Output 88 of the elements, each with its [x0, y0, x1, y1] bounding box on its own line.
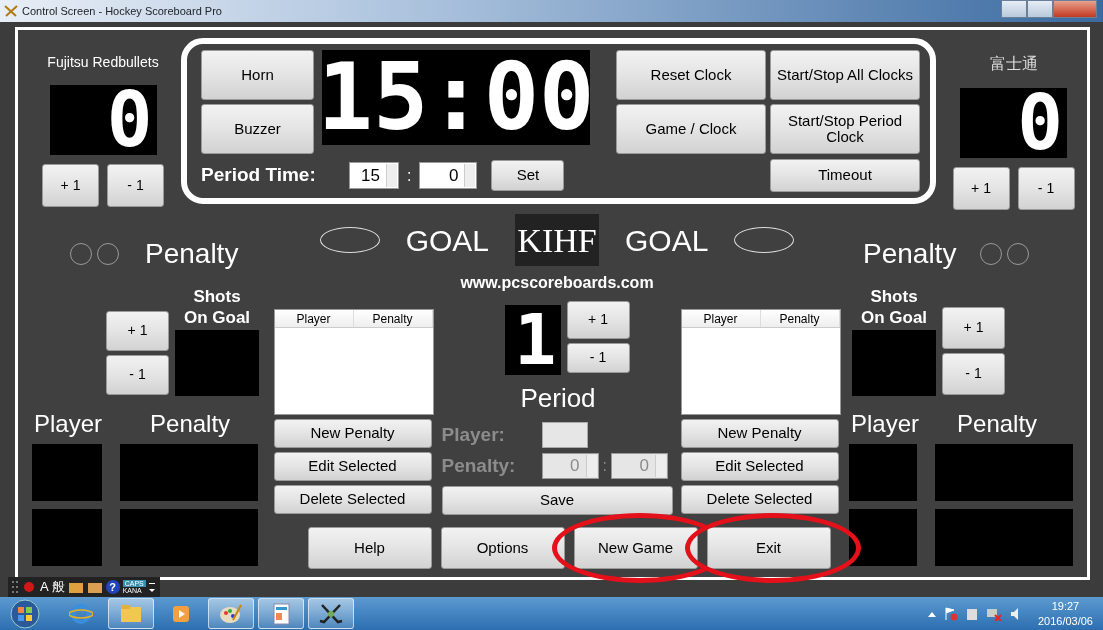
logo: KIHF [515, 214, 599, 266]
separator: : [407, 165, 412, 186]
column-header: Player [681, 310, 761, 327]
button[interactable]: + 1 [106, 311, 169, 351]
column-label: Player [851, 409, 920, 438]
clock-display: 15:00 [322, 50, 590, 145]
ime-mode[interactable]: 般 [51, 577, 65, 597]
seconds-spinner: 0 [610, 453, 668, 479]
button[interactable]: - 1 [107, 164, 164, 207]
player-field [541, 422, 588, 448]
period-label: Period [520, 382, 596, 415]
button[interactable]: Help [307, 527, 432, 569]
clock-time: 19:27 [1051, 599, 1080, 614]
penalty-label: Penalty [863, 237, 957, 271]
penalty-label: Penalty: [441, 453, 517, 478]
button[interactable]: + 1 [42, 164, 99, 207]
player-number-display [32, 509, 102, 566]
player-label: Player: [441, 422, 506, 447]
button[interactable]: Timeout [770, 158, 920, 192]
button[interactable]: Horn [201, 50, 314, 100]
button[interactable]: Exit [706, 527, 831, 569]
score-display: 0 [49, 85, 157, 155]
taskbar-button[interactable] [308, 598, 354, 629]
menu-arrow-icon [148, 580, 156, 594]
browser-icon [69, 601, 93, 626]
button[interactable]: Delete Selected [273, 485, 432, 514]
button[interactable]: Game / Clock [616, 104, 766, 155]
device-icon [965, 606, 978, 621]
player-number-display [849, 509, 917, 566]
ball-icon [23, 580, 37, 594]
column-label: Penalty [957, 409, 1038, 438]
penalty-list[interactable]: Player Penalty [273, 309, 434, 415]
score-display: 0 [960, 88, 1067, 158]
column-label: Player [34, 409, 103, 438]
button[interactable]: Start/Stop Period Clock [770, 104, 920, 155]
minutes-spinner[interactable]: 15 [349, 162, 399, 189]
grip-icon [12, 580, 20, 594]
toolbox-icon [67, 580, 84, 594]
team-name: 富士通 [989, 54, 1038, 74]
column-header: Penalty [760, 310, 840, 327]
clock-date: 2016/03/06 [1037, 613, 1093, 628]
button[interactable]: + 1 [942, 307, 1005, 349]
button[interactable]: - 1 [566, 343, 630, 373]
separator: : [602, 456, 607, 476]
period-time-label: Period Time: [201, 163, 317, 188]
window-title: Control Screen - Hockey Scoreboard Pro [22, 3, 222, 19]
column-label: Penalty [150, 409, 231, 438]
network-icon [985, 606, 1002, 621]
team-name: Fujitsu Redbullets [47, 53, 159, 72]
button[interactable]: Buzzer [201, 104, 314, 154]
minutes-spinner: 0 [541, 453, 599, 479]
website-url: www.pcscoreboards.com [460, 273, 654, 293]
button[interactable]: New Penalty [273, 419, 432, 448]
box-icon [86, 580, 103, 594]
shots-label: Shots On Goal [859, 287, 929, 328]
button[interactable]: - 1 [1017, 167, 1075, 210]
flag-icon [943, 606, 958, 621]
button[interactable]: - 1 [106, 355, 169, 395]
button[interactable]: - 1 [942, 353, 1005, 395]
minimize-button[interactable] [1001, 0, 1027, 18]
maximize-button[interactable] [1027, 0, 1053, 18]
button[interactable]: New Penalty [680, 419, 839, 448]
penalty-list[interactable]: Player Penalty [680, 309, 841, 415]
up-arrow-icon [927, 610, 936, 617]
shots-label: Shots On Goal [182, 287, 252, 328]
seconds-spinner[interactable]: 0 [419, 162, 478, 189]
column-header: Player [274, 310, 354, 327]
button[interactable]: Reset Clock [616, 50, 766, 100]
input-mode[interactable]: A [40, 577, 49, 597]
period-display: 1 [504, 305, 561, 375]
column-header: Penalty [353, 310, 433, 327]
close-button[interactable] [1053, 0, 1097, 18]
button[interactable]: Set [491, 160, 565, 191]
button[interactable]: Delete Selected [680, 485, 839, 514]
button[interactable]: Edit Selected [273, 452, 432, 481]
button[interactable]: Options [440, 527, 565, 569]
goal-label: GOAL [405, 222, 489, 259]
penalty-label: Penalty [145, 237, 239, 271]
button[interactable]: New Game [573, 527, 698, 569]
button[interactable]: Start/Stop All Clocks [770, 50, 920, 100]
button[interactable]: + 1 [566, 301, 630, 339]
help-button[interactable]: ? [105, 580, 120, 594]
player-number-display [849, 444, 917, 501]
button[interactable]: Edit Selected [680, 452, 839, 481]
goal-label: GOAL [625, 222, 709, 259]
player-number-display [32, 444, 102, 501]
button[interactable]: + 1 [952, 167, 1010, 210]
hockey-sticks-icon [4, 5, 18, 17]
